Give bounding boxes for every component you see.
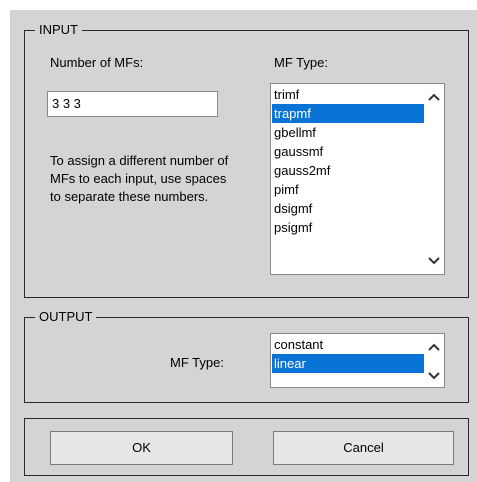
output-mf-type-listbox[interactable]: constant linear [270, 333, 445, 388]
list-item[interactable]: pimf [272, 180, 424, 199]
num-mfs-label: Number of MFs: [50, 55, 144, 70]
chevron-up-icon[interactable] [424, 87, 444, 107]
input-mf-type-label: MF Type: [274, 55, 328, 70]
chevron-down-icon[interactable] [424, 251, 444, 271]
list-item[interactable]: constant [272, 335, 424, 354]
list-item[interactable]: psigmf [272, 218, 424, 237]
dialog: INPUT Number of MFs: 3 3 3 To assign a d… [10, 10, 477, 482]
input-mf-type-scrollbar[interactable] [424, 84, 444, 274]
list-item[interactable]: trimf [272, 85, 424, 104]
input-group-title: INPUT [35, 22, 82, 38]
list-item[interactable]: gbellmf [272, 123, 424, 142]
output-mf-type-label: MF Type: [170, 355, 224, 370]
list-item[interactable]: gaussmf [272, 142, 424, 161]
output-group-title: OUTPUT [35, 309, 97, 325]
list-item[interactable]: trapmf [272, 104, 424, 123]
input-group: INPUT Number of MFs: 3 3 3 To assign a d… [24, 22, 469, 298]
chevron-down-icon[interactable] [424, 369, 444, 383]
cancel-button[interactable]: Cancel [273, 431, 454, 465]
num-mfs-input[interactable]: 3 3 3 [47, 91, 218, 117]
output-group: OUTPUT MF Type: constant linear [24, 309, 469, 403]
list-item[interactable]: gauss2mf [272, 161, 424, 180]
chevron-up-icon[interactable] [424, 340, 444, 354]
ok-button[interactable]: OK [50, 431, 233, 465]
list-item[interactable]: dsigmf [272, 199, 424, 218]
list-item[interactable]: linear [272, 354, 424, 373]
input-mf-type-listbox[interactable]: trimf trapmf gbellmf gaussmf gauss2mf pimf dsi… [270, 83, 445, 275]
output-mf-type-scrollbar[interactable] [424, 334, 444, 387]
button-group: OK Cancel [24, 418, 469, 476]
num-mfs-help-text: To assign a different number of MFs to e… [50, 153, 229, 204]
